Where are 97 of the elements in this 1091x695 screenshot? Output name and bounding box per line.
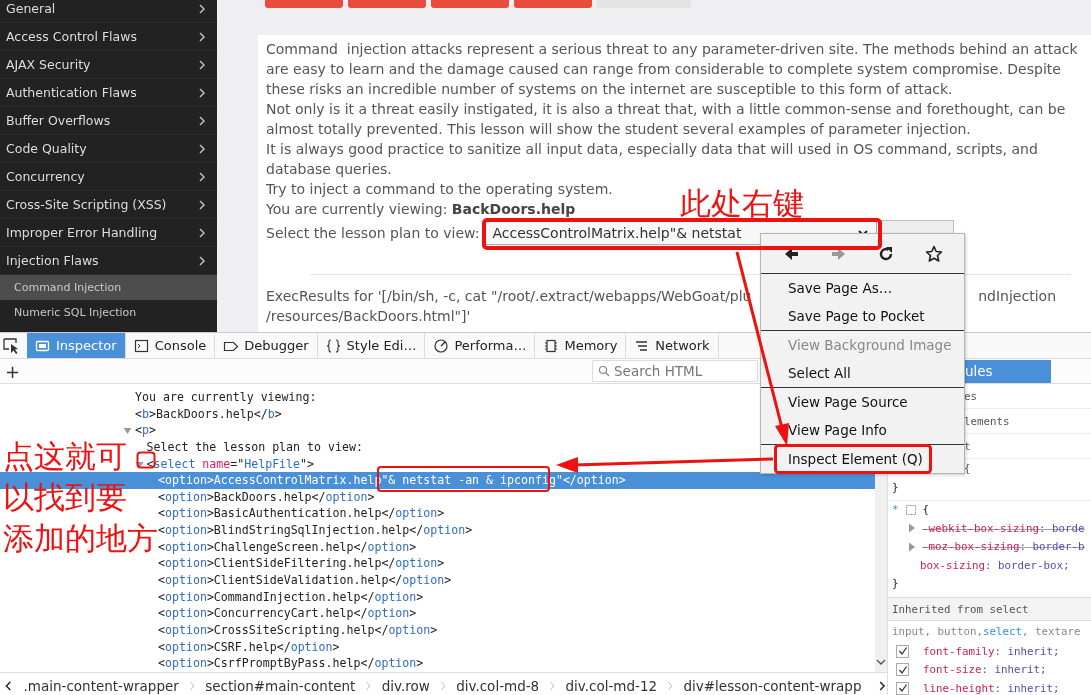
selector-text: * bbox=[892, 503, 899, 517]
checkbox[interactable] bbox=[896, 644, 909, 658]
markup-line[interactable]: <option>ClientSideValidation.help</option> bbox=[158, 572, 452, 589]
markup-line[interactable]: <option>BackDoors.help</option> bbox=[158, 488, 375, 506]
twisty-icon[interactable] bbox=[123, 427, 132, 436]
menu-item[interactable]: Inspect Element (Q) bbox=[761, 445, 964, 473]
menu-item[interactable]: Save Page As… bbox=[761, 274, 964, 302]
annotation-text: 添加的地方 bbox=[3, 522, 158, 555]
menu-item[interactable]: Select All bbox=[761, 359, 964, 387]
markup-line[interactable]: Select the lesson plan to view: bbox=[146, 438, 363, 456]
annotation-text: 点这就可 bbox=[3, 440, 127, 473]
paragraph: Not only is it a threat easily instigated, it is also a threat that, with a little common-sense and forethought, can be almost totally prevented. This lesson will show the student several examples of parameter injection. bbox=[266, 100, 1067, 139]
sidebar-item[interactable]: General bbox=[0, 0, 217, 23]
chevron-icon bbox=[197, 2, 207, 15]
select-label: Select the lesson plan to view: bbox=[266, 224, 480, 243]
checkbox[interactable] bbox=[896, 663, 909, 677]
rule-text: es bbox=[964, 389, 977, 403]
breadcrumb[interactable]: section#main-content bbox=[205, 677, 356, 694]
scroll-down-icon[interactable] bbox=[876, 658, 886, 666]
markup-line[interactable]: <option>CSRF.help</option> bbox=[158, 638, 340, 656]
breadcrumb[interactable]: div.row bbox=[381, 677, 430, 694]
property-name: -webkit-box-sizing bbox=[922, 521, 1039, 535]
markup-line[interactable]: <option>ConcurrencyCart.help</option> bbox=[158, 605, 417, 622]
devtools-tab[interactable]: Network bbox=[626, 333, 719, 358]
chevron-icon bbox=[197, 170, 207, 183]
twisty-icon[interactable] bbox=[134, 460, 144, 469]
devtools-tab[interactable]: Console bbox=[125, 333, 216, 358]
property-name: box-sizing bbox=[920, 558, 985, 572]
section-header: Inherited from select bbox=[888, 597, 1091, 621]
annotation-text: 此处右键 bbox=[680, 187, 804, 220]
markup-line[interactable]: <option>ClientSideFiltering.help</option> bbox=[158, 555, 445, 573]
property-value: : inherit; bbox=[981, 663, 1047, 677]
selector-text: input, button, bbox=[892, 625, 983, 638]
breadcrumb[interactable]: .main-content-wrapper bbox=[23, 677, 179, 694]
paragraph: You are currently viewing: BackDoors.help bbox=[266, 200, 576, 219]
brace-text: } bbox=[892, 480, 899, 494]
annotation-text: 以找到要 bbox=[3, 481, 127, 514]
exec-results-text: ndInjection bbox=[978, 287, 1056, 306]
property-name: -moz-box-sizing bbox=[922, 540, 1020, 554]
markup-line[interactable]: <option>CsrfPromptByPass.help</option> bbox=[158, 655, 424, 672]
markup-line[interactable]: You are currently viewing: bbox=[135, 389, 317, 406]
property-value: : borde bbox=[1039, 521, 1085, 535]
expand-icon[interactable] bbox=[908, 523, 916, 534]
exec-results-text: /resources/BackDoors.html"]' bbox=[266, 307, 471, 326]
checkbox[interactable] bbox=[896, 681, 909, 695]
selector-text: , textare bbox=[1022, 625, 1081, 638]
markup-line[interactable]: <option>BlindStringSqlInjection.help</option> bbox=[158, 522, 473, 539]
gauge-icon bbox=[433, 337, 450, 354]
chevron-icon bbox=[197, 254, 207, 267]
markup-line[interactable]: <option>ChallengeScreen.help</option> bbox=[158, 538, 417, 556]
rule-text: { bbox=[964, 462, 971, 475]
devtools-tab[interactable]: Debugger bbox=[215, 333, 318, 358]
paragraph: Command injection attacks represent a serious threat to any parameter-driven site. The methods behind an attack are easy to learn and the damage caused can range from considerable to complete system compromise. Despite these risks an incredible number of systems on the internet are susceptible to this form of attack. bbox=[266, 40, 1079, 99]
markup-line[interactable]: <option>BasicAuthentication.help</option> bbox=[158, 505, 445, 523]
devtools-tab[interactable]: Style Edi… bbox=[317, 333, 426, 358]
brace-text: } bbox=[892, 577, 899, 591]
paragraph: It is always good practice to sanitize all input data, especially data that will used in OS command, scripts, and database queries. bbox=[266, 140, 1039, 179]
property-value: : inherit; bbox=[994, 644, 1060, 658]
devtools-tab[interactable]: Memory bbox=[535, 333, 627, 358]
markup-line[interactable]: <option>CrossSiteScripting.help</option> bbox=[158, 621, 438, 639]
menu-item[interactable]: View Page Info bbox=[761, 416, 964, 444]
chip-icon bbox=[543, 337, 560, 354]
chevron-icon bbox=[197, 58, 207, 71]
breadcrumb[interactable]: div.col-md-12 bbox=[565, 677, 658, 694]
selector-text: select bbox=[983, 625, 1023, 638]
property-value: : inherit; bbox=[994, 681, 1060, 695]
chevron-icon bbox=[197, 226, 207, 239]
property-name: line-height bbox=[923, 681, 995, 695]
chevron-icon bbox=[197, 86, 207, 99]
rule-text: lements bbox=[964, 414, 1010, 428]
breadcrumb[interactable]: div#lesson-content-wrapp bbox=[683, 677, 862, 694]
menu-item[interactable]: Save Page to Pocket bbox=[761, 302, 964, 330]
devtools-tab[interactable]: Performa… bbox=[425, 333, 536, 358]
brace-text: { bbox=[922, 503, 930, 517]
sidebar-subitem[interactable]: Command Injection bbox=[0, 275, 217, 300]
add-node-button[interactable]: + bbox=[0, 360, 25, 382]
chevron-icon bbox=[197, 198, 207, 211]
console-icon bbox=[133, 337, 150, 354]
chevron-icon bbox=[197, 114, 207, 127]
braces-icon bbox=[325, 337, 342, 354]
property-value: : border-box; bbox=[985, 558, 1070, 572]
rule-text: t bbox=[964, 439, 971, 453]
search-field[interactable]: Search HTML bbox=[592, 360, 758, 382]
markup-line[interactable]: <option>CommandInjection.help</option> bbox=[158, 588, 424, 606]
search-icon bbox=[598, 365, 610, 377]
breadcrumb[interactable]: div.col-md-8 bbox=[456, 677, 540, 694]
expand-icon[interactable] bbox=[908, 541, 916, 552]
paragraph: Try to inject a command to the operating system. bbox=[266, 180, 613, 199]
menu-item[interactable]: View Page Source bbox=[761, 388, 964, 416]
chevron-icon bbox=[197, 142, 207, 155]
property-name: font-size bbox=[923, 663, 982, 677]
star-icon[interactable] bbox=[925, 244, 944, 263]
markup-line[interactable]: <b>BackDoors.help</b> bbox=[135, 405, 282, 423]
property-name: font-family bbox=[923, 644, 995, 658]
markup-line[interactable]: <p> bbox=[135, 422, 156, 439]
chevron-icon bbox=[197, 30, 207, 43]
highlighter-icon[interactable] bbox=[904, 503, 917, 516]
